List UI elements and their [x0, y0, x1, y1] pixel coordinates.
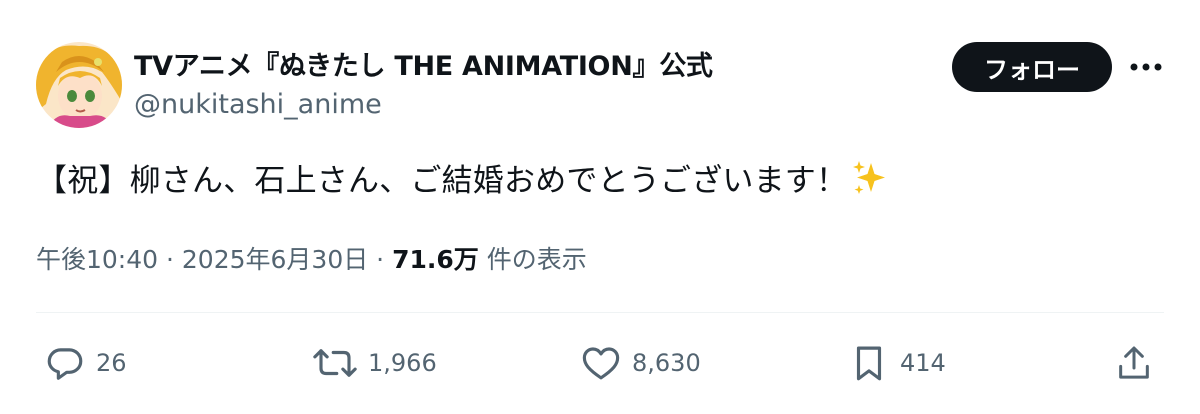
follow-button[interactable]: フォロー — [952, 42, 1112, 92]
like-count: 8,630 — [632, 349, 701, 377]
like-button[interactable]: 8,630 — [580, 342, 701, 384]
tweet-time[interactable]: 午後10:40 — [36, 245, 158, 274]
tweet-meta: 午後10:40 · 2025年6月30日 · 71.6万 件の表示 — [36, 240, 587, 276]
bookmark-count: 414 — [900, 349, 946, 377]
reply-icon — [47, 348, 83, 380]
display-name[interactable]: TVアニメ『ぬきたし THE ANIMATION』公式 — [134, 44, 713, 83]
divider — [36, 312, 1164, 313]
bookmark-button[interactable]: 414 — [848, 342, 946, 384]
retweet-count: 1,966 — [368, 349, 437, 377]
meta-separator: · — [368, 245, 393, 274]
bookmark-icon — [856, 346, 882, 381]
sparkles-icon — [851, 159, 889, 205]
retweet-button[interactable]: 1,966 — [312, 342, 437, 384]
like-icon — [582, 347, 620, 380]
meta-separator: · — [158, 245, 182, 274]
tweet-date[interactable]: 2025年6月30日 — [182, 245, 368, 274]
more-icon[interactable] — [1126, 55, 1166, 79]
retweet-icon — [313, 349, 357, 377]
views-label: 件の表示 — [478, 245, 587, 274]
handle[interactable]: @nukitashi_anime — [134, 89, 382, 120]
share-button[interactable] — [1114, 342, 1154, 384]
share-icon — [1119, 346, 1149, 379]
tweet-text: 【祝】柳さん、石上さん、ご結婚おめでとうございます！ — [36, 155, 889, 205]
reply-count: 26 — [96, 349, 127, 377]
avatar[interactable] — [36, 42, 122, 128]
views-count[interactable]: 71.6万 — [392, 245, 479, 274]
reply-button[interactable]: 26 — [44, 342, 127, 384]
tweet-text-body: 【祝】柳さん、石上さん、ご結婚おめでとうございます！ — [36, 163, 848, 199]
